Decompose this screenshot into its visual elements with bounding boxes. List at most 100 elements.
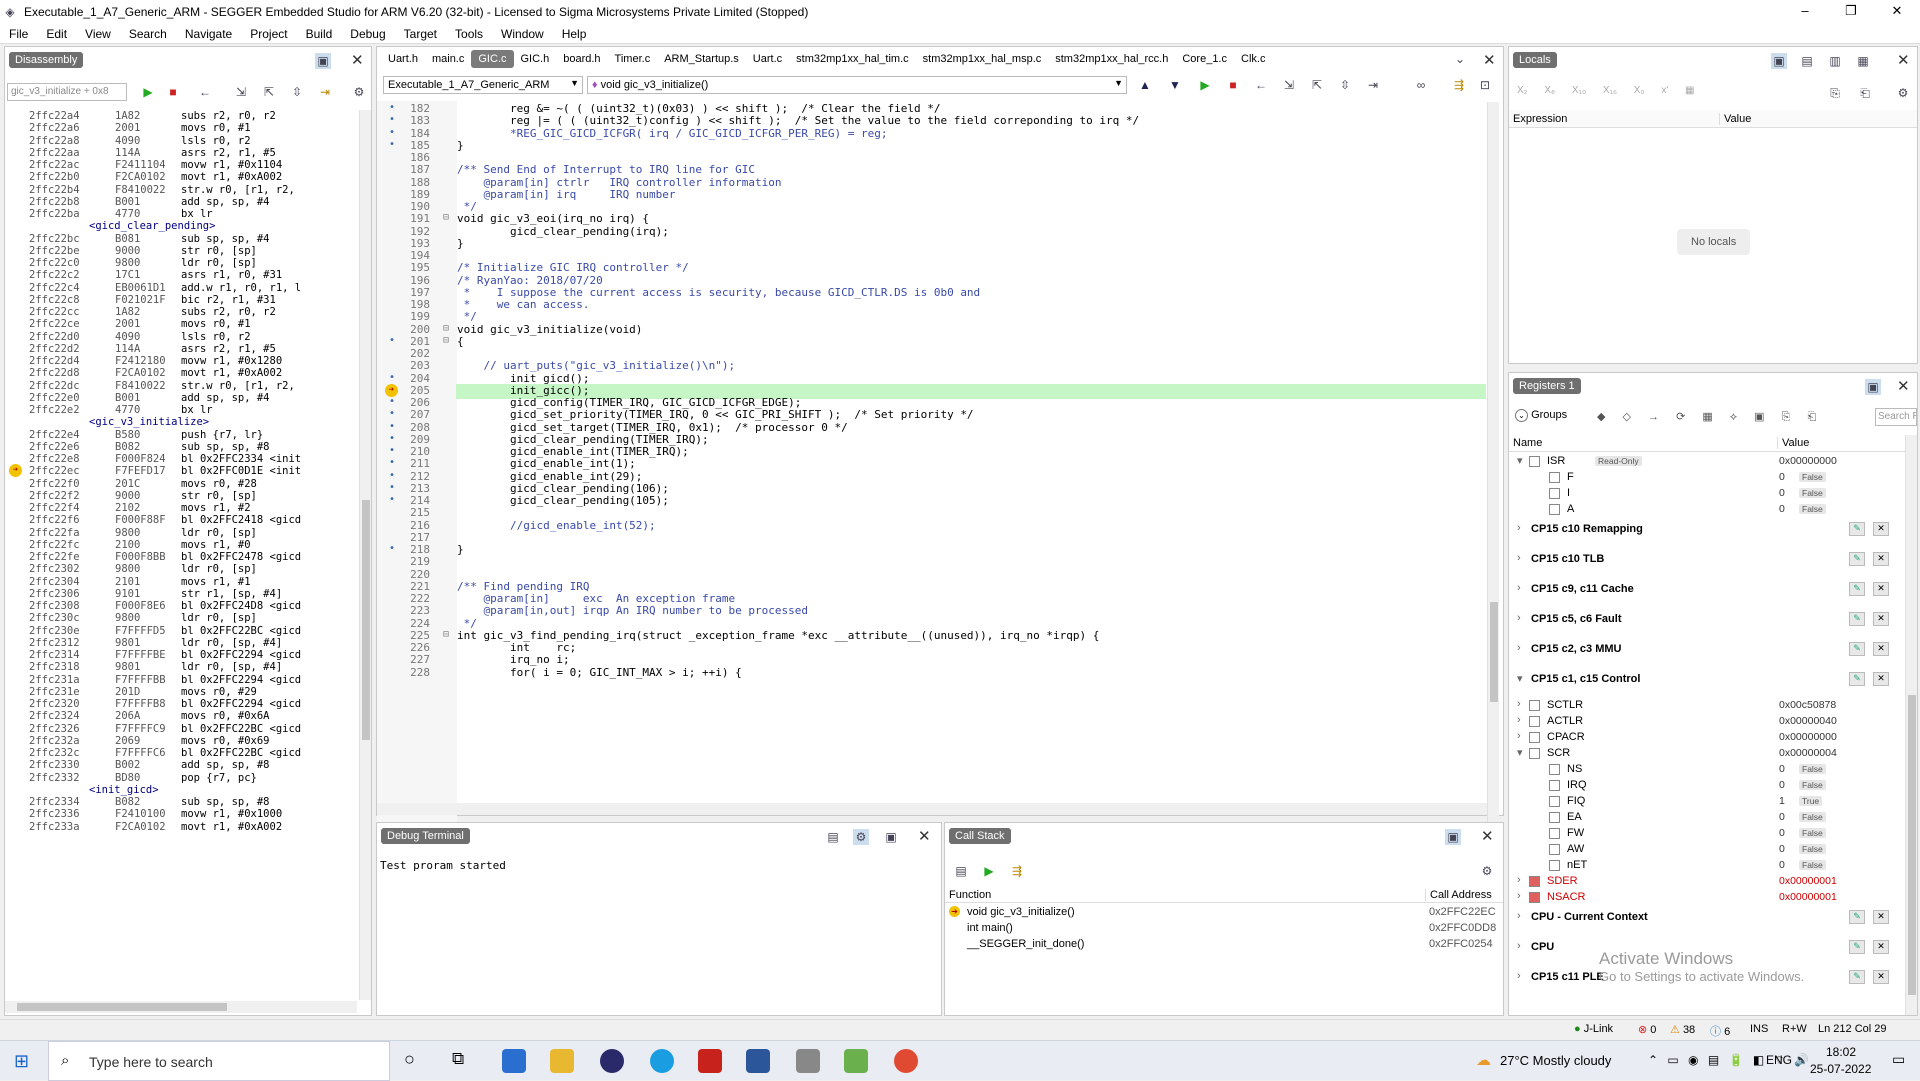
register-checkbox-icon[interactable] <box>1549 860 1560 871</box>
terminal-window-icon[interactable]: ▣ <box>883 829 899 845</box>
line-number[interactable]: 222 <box>404 592 430 605</box>
menu-navigate[interactable]: Navigate <box>176 27 241 41</box>
line-number[interactable]: 207 <box>404 408 430 421</box>
register-checkbox-icon[interactable] <box>1529 716 1540 727</box>
register-group[interactable]: › CP15 c2, c3 MMU ✎ ✕ <box>1509 642 1905 658</box>
tab-timer-c[interactable]: Timer.c <box>608 50 658 68</box>
clock-time[interactable]: 18:02 <box>1826 1045 1856 1059</box>
line-number[interactable]: 221 <box>404 580 430 593</box>
register-row[interactable]: › NSACR 0x00000001 <box>1509 890 1905 906</box>
register-changed-icon[interactable] <box>1529 892 1540 903</box>
next-bookmark-icon[interactable]: ▼ <box>1167 77 1183 93</box>
register-value[interactable]: 0 <box>1779 779 1785 791</box>
locals-window2-icon[interactable]: ▥ <box>1827 53 1843 69</box>
run-icon[interactable]: ▶ <box>140 84 156 100</box>
register-checkbox-icon[interactable] <box>1549 844 1560 855</box>
terminal-settings-icon[interactable]: ⚙ <box>853 829 869 845</box>
line-number[interactable]: 192 <box>404 225 430 238</box>
split-view-icon[interactable]: ⊡ <box>1477 77 1493 93</box>
menu-tools[interactable]: Tools <box>446 27 492 41</box>
close-window-button[interactable]: ✕ <box>1874 0 1920 24</box>
register-checkbox-icon[interactable] <box>1549 488 1560 499</box>
register-value[interactable]: 0 <box>1779 811 1785 823</box>
jump-icon[interactable]: ⇶ <box>1451 77 1467 93</box>
chevron-down-icon[interactable]: ▾ <box>1517 746 1523 759</box>
line-number[interactable]: 193 <box>404 237 430 250</box>
breakpoint-marker-icon[interactable]: • <box>389 543 395 554</box>
fold-toggle-icon[interactable]: ⊟ <box>443 212 449 223</box>
register-row[interactable]: › SDER 0x00000001 <box>1509 874 1905 890</box>
menu-view[interactable]: View <box>76 27 120 41</box>
maximize-button[interactable]: ❐ <box>1828 0 1874 24</box>
step-into-icon[interactable]: ⇲ <box>1281 77 1297 93</box>
close-terminal-icon[interactable]: ✕ <box>918 827 931 845</box>
notification-icon[interactable]: ▭ <box>1892 1051 1905 1068</box>
chevron-right-icon[interactable]: › <box>1517 522 1521 534</box>
register-checkbox-icon[interactable] <box>1529 748 1540 759</box>
line-number[interactable]: 204 <box>404 372 430 385</box>
menu-project[interactable]: Project <box>241 27 296 41</box>
edit-group-icon[interactable]: ✎ <box>1849 522 1865 536</box>
edit-group-icon[interactable]: ✎ <box>1849 672 1865 686</box>
tab-gic-c[interactable]: GIC.c <box>471 50 514 68</box>
line-number[interactable]: 186 <box>404 151 430 164</box>
step-out-icon[interactable]: ⇳ <box>1337 77 1353 93</box>
register-value[interactable]: 0x00000004 <box>1779 747 1837 759</box>
line-number[interactable]: 211 <box>404 457 430 470</box>
continue-icon[interactable]: ▶ <box>1197 77 1213 93</box>
register-group[interactable]: › CPU - Current Context ✎ ✕ <box>1509 910 1905 926</box>
register-value[interactable]: 0 <box>1779 487 1785 499</box>
jlink-status[interactable]: ● J-Link <box>1574 1023 1613 1035</box>
settings-gear-icon[interactable]: ⚙ <box>351 84 367 100</box>
remove-group-icon[interactable]: ✕ <box>1873 642 1889 656</box>
breakpoint-marker-icon[interactable]: • <box>389 396 395 407</box>
close-editor-icon[interactable]: ✕ <box>1483 51 1496 69</box>
tab-gic-h[interactable]: GIC.h <box>514 50 557 68</box>
remove-group-icon[interactable]: ✕ <box>1873 582 1889 596</box>
register-checkbox-icon[interactable] <box>1549 780 1560 791</box>
code-line[interactable]: 228 for( i = 0; GIC_INT_MAX > i; ++i) { <box>377 666 1477 681</box>
remove-group-icon[interactable]: ✕ <box>1873 940 1889 954</box>
tab-uart-c[interactable]: Uart.c <box>746 50 789 68</box>
remove-group-icon[interactable]: ✕ <box>1873 970 1889 984</box>
line-number[interactable]: 218 <box>404 543 430 556</box>
remove-group-icon[interactable]: ✕ <box>1873 552 1889 566</box>
register-row[interactable]: › ACTLR 0x00000040 <box>1509 714 1905 730</box>
line-number[interactable]: 182 <box>404 102 430 115</box>
pdf-reader-icon[interactable] <box>698 1049 722 1073</box>
chevron-right-icon[interactable]: › <box>1517 552 1521 564</box>
code-area[interactable]: 182 reg &= ~( ( (uint32_t)(0x03) ) << sh… <box>377 102 1487 850</box>
line-number[interactable]: 208 <box>404 421 430 434</box>
callstack-row[interactable]: __SEGGER_init_done() 0x2FFC0254 <box>945 937 1503 953</box>
register-checkbox-icon[interactable] <box>1549 504 1560 515</box>
jump-icon[interactable]: ⇶ <box>1009 863 1025 879</box>
run-to-cursor-icon[interactable]: ⇥ <box>317 84 333 100</box>
line-number[interactable]: 197 <box>404 286 430 299</box>
line-number[interactable]: 199 <box>404 310 430 323</box>
line-number[interactable]: 191 <box>404 212 430 225</box>
breakpoint-marker-icon[interactable]: • <box>389 457 395 468</box>
register-group[interactable]: › CP15 c10 Remapping ✎ ✕ <box>1509 522 1905 538</box>
editor-scrollbar[interactable] <box>1487 102 1499 847</box>
warnings-count[interactable]: ⚠ 38 <box>1670 1023 1695 1036</box>
register-value[interactable]: 0x00000001 <box>1779 875 1837 887</box>
view-options-icon[interactable]: ▣ <box>315 53 331 69</box>
register-value[interactable]: 0 <box>1779 859 1785 871</box>
register-row[interactable]: ▾ SCR 0x00000004 <box>1509 746 1905 762</box>
copy-icon[interactable]: ⎘ <box>1827 85 1843 101</box>
register-group[interactable]: › CP15 c5, c6 Fault ✎ ✕ <box>1509 612 1905 628</box>
line-number[interactable]: 189 <box>404 188 430 201</box>
callstack-row[interactable]: int main() 0x2FFC0DD8 <box>945 921 1503 937</box>
register-value[interactable]: 0x00000000 <box>1779 455 1837 467</box>
word-icon[interactable] <box>746 1049 770 1073</box>
terminal-clear-icon[interactable]: ▤ <box>825 829 841 845</box>
locals-view-icon[interactable]: ▣ <box>1771 53 1787 69</box>
register-row[interactable]: ▾ ISR Read-Only 0x00000000 <box>1509 454 1905 470</box>
line-number[interactable]: 226 <box>404 641 430 654</box>
register-group[interactable]: › CP15 c10 TLB ✎ ✕ <box>1509 552 1905 568</box>
step-over-icon[interactable]: ⇱ <box>1309 77 1325 93</box>
line-number[interactable]: 228 <box>404 666 430 679</box>
chevron-right-icon[interactable]: › <box>1517 890 1521 902</box>
edit-group-icon[interactable]: ✎ <box>1849 552 1865 566</box>
task-view-icon[interactable]: ⧉ <box>452 1049 464 1069</box>
